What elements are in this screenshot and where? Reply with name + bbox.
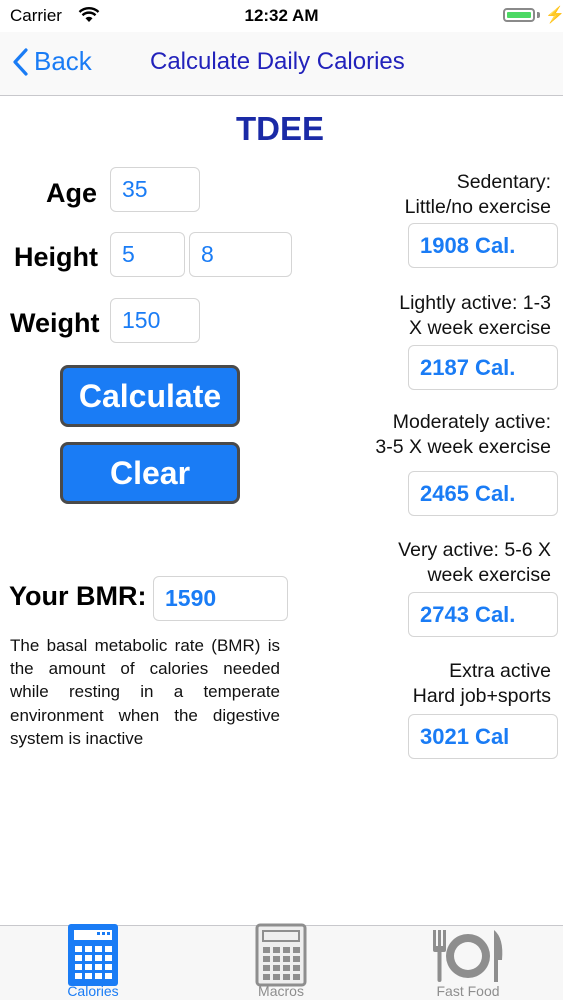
clear-button[interactable]: Clear	[60, 442, 240, 504]
tab-macros[interactable]: Macros	[221, 922, 341, 1000]
tab-calories[interactable]: Calories	[33, 922, 153, 1000]
back-button[interactable]: Back	[12, 46, 92, 77]
calories-light: 2187 Cal.	[408, 345, 558, 390]
age-input[interactable]: 35	[110, 167, 200, 212]
weight-label: Weight	[10, 308, 100, 338]
activity-moderate-label: Moderately active: 3-5 X week exercise	[375, 411, 551, 458]
calculator-icon	[255, 923, 307, 987]
bmr-description: The basal metabolic rate (BMR) is the am…	[10, 636, 280, 748]
charging-icon: ⚡	[545, 7, 563, 24]
activity-light-label: Lightly active: 1-3 X week exercise	[399, 292, 551, 339]
activity-sedentary-label: Sedentary: Little/no exercise	[404, 171, 551, 218]
back-label: Back	[34, 46, 92, 76]
calories-very: 2743 Cal.	[408, 592, 558, 637]
bmr-label: Your BMR:	[9, 581, 147, 611]
calculate-button[interactable]: Calculate	[60, 365, 240, 427]
height-inches-input[interactable]: 8	[189, 232, 292, 277]
page-title: Calculate Daily Calories	[150, 48, 405, 75]
chevron-left-icon	[13, 47, 28, 76]
calories-moderate: 2465 Cal.	[408, 471, 558, 516]
calculator-icon	[68, 924, 118, 986]
tab-calories-label: Calories	[67, 983, 119, 999]
battery-cap	[537, 12, 540, 18]
tab-fast-food-label: Fast Food	[436, 983, 500, 999]
weight-input[interactable]: 150	[110, 298, 200, 343]
calories-extra: 3021 Cal	[408, 714, 558, 759]
age-label: Age	[46, 178, 98, 208]
activity-extra-label: Extra active Hard job+sports	[412, 660, 551, 707]
height-label: Height	[14, 242, 98, 272]
tdee-heading: TDEE	[236, 110, 325, 147]
tab-macros-label: Macros	[258, 983, 304, 999]
calories-sedentary: 1908 Cal.	[408, 223, 558, 268]
battery-icon	[503, 8, 535, 22]
tab-fast-food[interactable]: Fast Food	[408, 922, 528, 1000]
activity-very-label: Very active: 5-6 Xweek exercise	[398, 539, 551, 586]
bmr-value: 1590	[153, 576, 288, 621]
height-feet-input[interactable]: 5	[110, 232, 185, 277]
plate-icon	[433, 930, 503, 982]
clock: 12:32 AM	[244, 6, 319, 25]
status-bar: Carrier 12:32 AM ⚡	[0, 0, 563, 32]
